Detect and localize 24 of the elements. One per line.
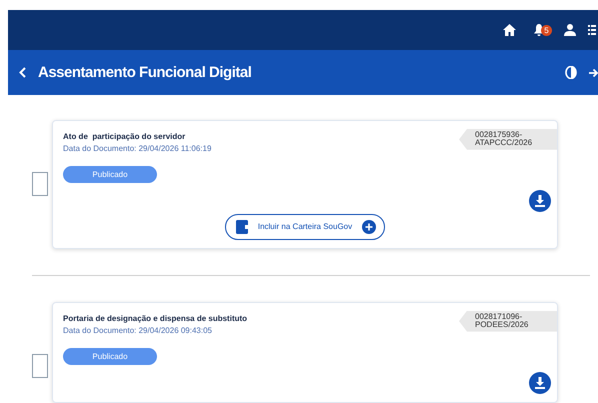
list-icon[interactable] — [588, 24, 596, 36]
checkbox[interactable] — [32, 172, 48, 196]
user-icon[interactable] — [564, 24, 576, 36]
arrow-icon[interactable] — [589, 68, 598, 78]
page-title: Assentamento Funcional Digital — [38, 64, 252, 81]
status-badge: Publicado — [63, 348, 157, 365]
document-title: Ato de participação do servidor — [63, 132, 186, 141]
checkbox[interactable] — [32, 354, 48, 378]
status-badge: Publicado — [63, 166, 157, 183]
download-icon[interactable] — [529, 190, 551, 212]
document-date: Data do Documento: 29/04/2026 11:06:19 — [63, 144, 212, 153]
download-icon[interactable] — [529, 372, 551, 394]
document-date: Data do Documento: 29/04/2026 09:43:05 — [63, 326, 212, 335]
wallet-button[interactable]: Incluir na Carteira SouGov — [224, 214, 386, 240]
bell-icon[interactable] — [534, 24, 544, 36]
wallet-icon — [236, 220, 248, 234]
contrast-icon[interactable] — [565, 66, 577, 79]
notification-badge: 5 — [541, 24, 552, 36]
document-code-tag: 0028171096- PODEES/2026 — [459, 310, 557, 332]
plus-icon — [362, 220, 376, 234]
document-code-tag: 0028175936- ATAPCCC/2026 — [459, 129, 557, 150]
back-icon[interactable] — [19, 67, 26, 78]
home-icon[interactable] — [503, 24, 516, 36]
document-title: Portaria de designação e dispensa de substituto — [63, 314, 248, 323]
